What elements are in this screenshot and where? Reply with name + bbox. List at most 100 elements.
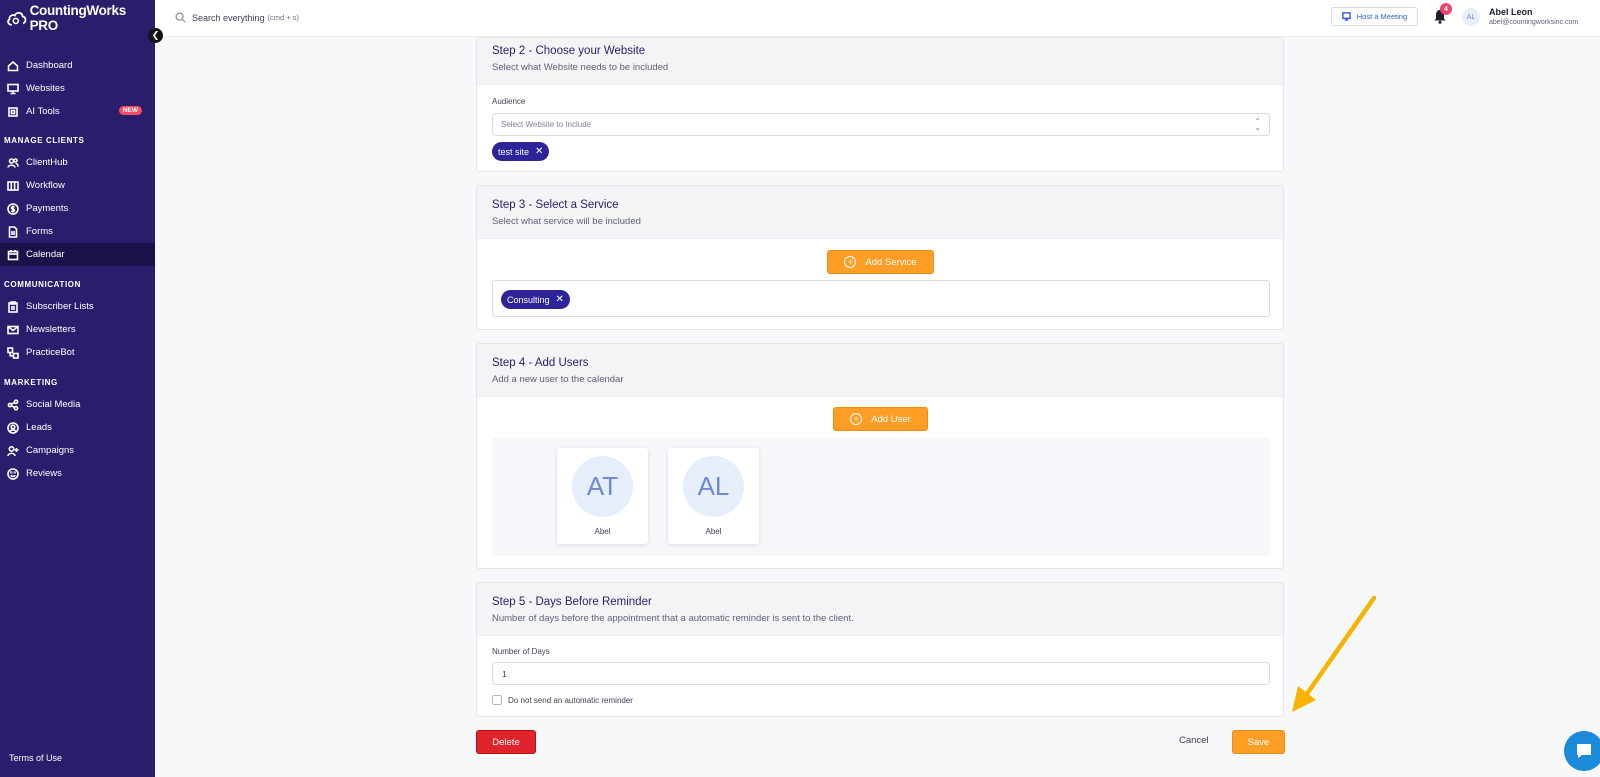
sidebar-item-label: Forms [26, 226, 53, 237]
add-user-button[interactable]: + Add User [833, 407, 928, 431]
step-3-card: Step 3 - Select a Service Select what se… [476, 185, 1284, 330]
sidebar-item-label: Leads [26, 422, 52, 433]
sidebar-item-practicebot[interactable]: PracticeBot [0, 341, 155, 364]
sidebar-item-leads[interactable]: Leads [0, 416, 155, 439]
sidebar-item-label: Newsletters [26, 324, 76, 335]
sidebar-item-label: Payments [26, 203, 69, 214]
sidebar-item-label: Calendar [26, 249, 65, 260]
add-service-label: Add Service [865, 256, 917, 268]
sidebar-item-calendar[interactable]: Calendar [0, 243, 155, 266]
step-2-subtitle: Select what Website needs to be included [492, 62, 669, 73]
number-of-days-label: Number of Days [492, 647, 550, 656]
website-select[interactable]: Select Website to Include ⌃ ⌄ [492, 113, 1270, 136]
chevron-left-icon: ❮ [151, 30, 160, 40]
dollar-icon [7, 202, 19, 215]
search-icon [175, 12, 186, 23]
user-email: abel@countingworksinc.com [1489, 19, 1579, 26]
chat-widget-button[interactable] [1564, 731, 1600, 771]
audience-label: Audience [492, 97, 526, 106]
search-bar[interactable]: Search everything (cmd + s) [175, 12, 299, 23]
add-service-button[interactable]: + Add Service [827, 250, 934, 274]
sidebar-item-label: ClientHub [26, 157, 68, 168]
step-4-card: Step 4 - Add Users Add a new user to the… [476, 343, 1284, 569]
user-name[interactable]: Abel Leon [1489, 7, 1533, 17]
sidebar-item-label: Dashboard [26, 60, 73, 71]
sidebar-item-reviews[interactable]: Reviews [0, 462, 155, 485]
user-card[interactable]: AL Abel [668, 448, 759, 544]
sidebar-item-label: Workflow [26, 180, 65, 191]
step-3-title: Step 3 - Select a Service [492, 199, 619, 211]
delete-button[interactable]: Delete [476, 730, 536, 754]
step-5-card: Step 5 - Days Before Reminder Number of … [476, 582, 1284, 717]
file-icon [7, 225, 19, 238]
select-arrows-icon: ⌃ ⌄ [1254, 117, 1261, 132]
remove-chip-icon[interactable]: ✕ [556, 294, 564, 305]
save-button[interactable]: Save [1232, 730, 1285, 754]
step-5-subtitle: Number of days before the appointment th… [492, 613, 854, 624]
sidebar-collapse-button[interactable]: ❮ [148, 28, 163, 43]
sidebar-item-workflow[interactable]: Workflow [0, 174, 155, 197]
terms-of-use-link[interactable]: Terms of Use [9, 753, 62, 763]
sidebar-section-title: COMMUNICATION [4, 280, 81, 289]
bot-icon [7, 346, 19, 359]
service-list-box[interactable] [492, 280, 1270, 317]
step-3-subtitle: Select what service will be included [492, 216, 641, 227]
user-card[interactable]: AT Abel [557, 448, 648, 544]
avatar[interactable]: AL [1462, 8, 1480, 26]
user-circle-icon [7, 421, 19, 434]
calendar-icon [7, 249, 19, 261]
sidebar-item-campaigns[interactable]: Campaigns [0, 439, 155, 462]
sidebar-item-forms[interactable]: Forms [0, 220, 155, 243]
sidebar-item-label: Social Media [26, 399, 81, 410]
step-3-header: Step 3 - Select a Service Select what se… [477, 186, 1283, 239]
remove-chip-icon[interactable]: ✕ [535, 146, 543, 157]
step-4-header: Step 4 - Add Users Add a new user to the… [477, 344, 1283, 397]
columns-icon [7, 180, 19, 192]
step-2-header: Step 2 - Choose your Website Select what… [477, 38, 1283, 85]
search-shortcut-hint: (cmd + s) [267, 13, 300, 22]
section-nav: MANAGE CLIENTS ClientHub Workflow Payments F… [0, 134, 155, 497]
sidebar-item-label: Reviews [26, 468, 62, 479]
share-icon [7, 398, 19, 411]
sidebar-item-clienthub[interactable]: ClientHub [0, 151, 155, 174]
sidebar-item-label: Campaigns [26, 445, 75, 456]
no-reminder-checkbox-row[interactable]: Do not send an automatic reminder [492, 695, 633, 705]
users-icon [7, 157, 19, 169]
no-reminder-label: Do not send an automatic reminder [508, 695, 633, 705]
notification-count-badge: 4 [1440, 3, 1452, 15]
number-of-days-input[interactable]: 1 [492, 662, 1270, 685]
search-input[interactable]: Search everything [192, 13, 265, 23]
sidebar-item-subscriber-lists[interactable]: Subscriber Lists [0, 295, 155, 318]
sidebar-item-dashboard[interactable]: Dashboard [0, 54, 155, 77]
user-avatar: AT [572, 456, 633, 517]
service-chip: Consulting ✕ [501, 290, 570, 309]
chip-icon [7, 106, 19, 118]
sidebar-item-websites[interactable]: Websites [0, 77, 155, 100]
sidebar-item-newsletters[interactable]: Newsletters [0, 318, 155, 341]
main-nav: Dashboard Websites AI Tools NEW [0, 54, 155, 123]
annotation-arrow-icon [1292, 595, 1377, 712]
step-5-header: Step 5 - Days Before Reminder Number of … [477, 583, 1283, 636]
website-chip: test site ✕ [492, 142, 550, 161]
sidebar-item-label: Websites [26, 83, 65, 94]
sidebar-item-label: Subscriber Lists [26, 301, 94, 312]
host-meeting-label: Host a Meeting [1356, 12, 1408, 21]
sidebar-item-ai-tools[interactable]: AI Tools NEW [0, 100, 155, 123]
host-meeting-button[interactable]: Host a Meeting [1331, 7, 1418, 26]
sidebar-item-payments[interactable]: Payments [0, 197, 155, 220]
sidebar-section-title: MARKETING [4, 378, 58, 387]
no-reminder-checkbox[interactable] [492, 695, 502, 705]
sidebar-item-label: AI Tools [26, 106, 60, 117]
cancel-button[interactable]: Cancel [1179, 735, 1209, 746]
user-name-label: Abel [705, 527, 722, 536]
user-avatar: AL [683, 456, 744, 517]
sidebar-item-social-media[interactable]: Social Media [0, 393, 155, 416]
topbar: Search everything (cmd + s) Host a Meeti… [155, 0, 1600, 37]
logo-text: CountingWorks PRO [29, 3, 127, 33]
app-logo[interactable]: CountingWorks PRO [0, 0, 155, 36]
sidebar-item-label: PracticeBot [26, 347, 75, 358]
website-select-placeholder: Select Website to Include [501, 120, 592, 129]
sidebar-section-title: MANAGE CLIENTS [4, 136, 85, 145]
cloud-logo-icon [7, 12, 27, 26]
website-chip-label: test site [498, 146, 530, 157]
